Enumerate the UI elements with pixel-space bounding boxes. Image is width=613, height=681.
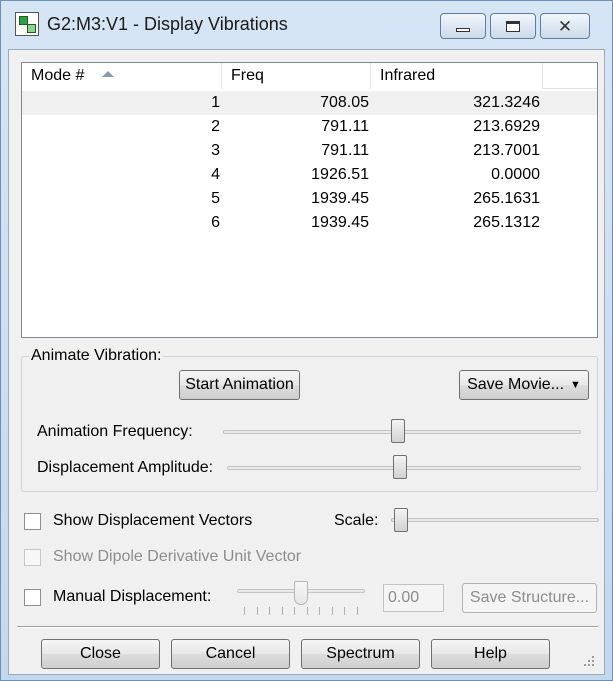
help-button[interactable]: Help [431, 639, 550, 669]
maximize-button[interactable] [490, 13, 536, 39]
close-button[interactable]: Close [41, 639, 160, 669]
manual-displacement-checkbox[interactable] [24, 589, 41, 606]
maximize-icon [506, 20, 520, 32]
animation-frequency-label: Animation Frequency: [37, 423, 193, 440]
manual-displacement-value-field[interactable]: 0.00 [383, 584, 444, 612]
column-header-infrared-label: Infrared [380, 67, 436, 84]
minimize-button[interactable] [440, 13, 486, 39]
close-window-button[interactable]: ✕ [540, 13, 590, 39]
freq-cell: 708.05 [320, 94, 369, 111]
gaussview-app-icon[interactable] [15, 12, 39, 36]
cancel-button[interactable]: Cancel [171, 639, 290, 669]
show-displacement-vectors-checkbox[interactable] [24, 513, 41, 530]
divider [17, 626, 598, 628]
show-dipole-derivative-checkbox[interactable] [24, 549, 41, 566]
slider-tick [344, 607, 345, 615]
freq-cell: 791.11 [321, 118, 369, 135]
manual-displacement-label[interactable]: Manual Displacement: [53, 588, 211, 606]
infrared-cell: 213.6929 [473, 118, 540, 135]
column-header-freq[interactable]: Freq [222, 63, 371, 89]
slider-tick [244, 607, 245, 615]
save-movie-button[interactable]: Save Movie... ▼ [459, 370, 589, 400]
scale-label: Scale: [334, 512, 379, 529]
table-row[interactable]: 4 1926.51 0.0000 [22, 163, 597, 187]
table-row[interactable]: 6 1939.45 265.1312 [22, 211, 597, 235]
infrared-cell: 0.0000 [491, 166, 540, 183]
dropdown-arrow-icon: ▼ [570, 379, 581, 391]
animation-frequency-thumb[interactable] [391, 419, 406, 443]
column-header-mode-label: Mode # [31, 67, 85, 84]
freq-cell: 1939.45 [311, 214, 369, 231]
mode-cell: 6 [211, 214, 220, 231]
displacement-amplitude-thumb[interactable] [393, 455, 408, 479]
dialog-client-area: Mode # Freq Infrared 1 708.05 321.3246 2… [8, 49, 605, 675]
animate-vibration-label: Animate Vibration: [29, 347, 164, 365]
slider-tick [294, 607, 295, 615]
sort-ascending-icon [102, 70, 115, 77]
mode-cell: 4 [211, 166, 220, 183]
freq-cell: 1926.51 [311, 166, 369, 183]
table-row[interactable]: 3 791.11 213.7001 [22, 139, 597, 163]
table-row[interactable]: 2 791.11 213.6929 [22, 115, 597, 139]
slider-tick [269, 607, 270, 615]
infrared-cell: 265.1631 [473, 190, 540, 207]
scale-slider[interactable] [391, 518, 599, 522]
column-header-mode[interactable]: Mode # [22, 63, 222, 89]
slider-tick [256, 607, 258, 615]
save-movie-label: Save Movie... [467, 376, 565, 393]
displacement-amplitude-label: Displacement Amplitude: [37, 459, 214, 476]
slider-tick [306, 607, 308, 615]
freq-cell: 791.11 [321, 142, 369, 159]
infrared-cell: 213.7001 [473, 142, 540, 159]
vibration-modes-table[interactable]: Mode # Freq Infrared 1 708.05 321.3246 2… [21, 62, 598, 338]
infrared-cell: 265.1312 [473, 214, 540, 231]
manual-displacement-thumb[interactable] [294, 581, 308, 605]
mode-cell: 3 [211, 142, 220, 159]
mode-cell: 5 [211, 190, 220, 207]
display-vibrations-window: G2:M3:V1 - Display Vibrations ✕ Mode # F… [0, 0, 613, 681]
minimize-icon [456, 28, 470, 32]
infrared-cell: 321.3246 [473, 94, 540, 111]
title-bar[interactable]: G2:M3:V1 - Display Vibrations ✕ [1, 1, 612, 49]
scale-slider-thumb[interactable] [394, 508, 409, 532]
column-header-infrared[interactable]: Infrared [371, 63, 543, 89]
start-animation-button[interactable]: Start Animation [179, 370, 300, 400]
window-title: G2:M3:V1 - Display Vibrations [47, 14, 288, 34]
show-displacement-vectors-label[interactable]: Show Displacement Vectors [53, 512, 252, 530]
slider-tick [319, 607, 320, 615]
table-row[interactable]: 5 1939.45 265.1631 [22, 187, 597, 211]
close-icon: ✕ [557, 16, 573, 36]
save-structure-button[interactable]: Save Structure... [462, 583, 597, 613]
freq-cell: 1939.45 [311, 190, 369, 207]
resize-grip-icon[interactable] [582, 654, 596, 668]
mode-cell: 2 [211, 118, 220, 135]
table-row[interactable]: 1 708.05 321.3246 [22, 91, 597, 115]
table-header: Mode # Freq Infrared [22, 63, 597, 89]
column-header-freq-label: Freq [231, 67, 264, 84]
show-dipole-derivative-label[interactable]: Show Dipole Derivative Unit Vector [53, 548, 301, 566]
slider-tick [331, 607, 333, 615]
mode-cell: 1 [211, 94, 220, 111]
spectrum-button[interactable]: Spectrum [301, 639, 420, 669]
slider-tick [356, 607, 358, 615]
slider-tick [281, 607, 283, 615]
